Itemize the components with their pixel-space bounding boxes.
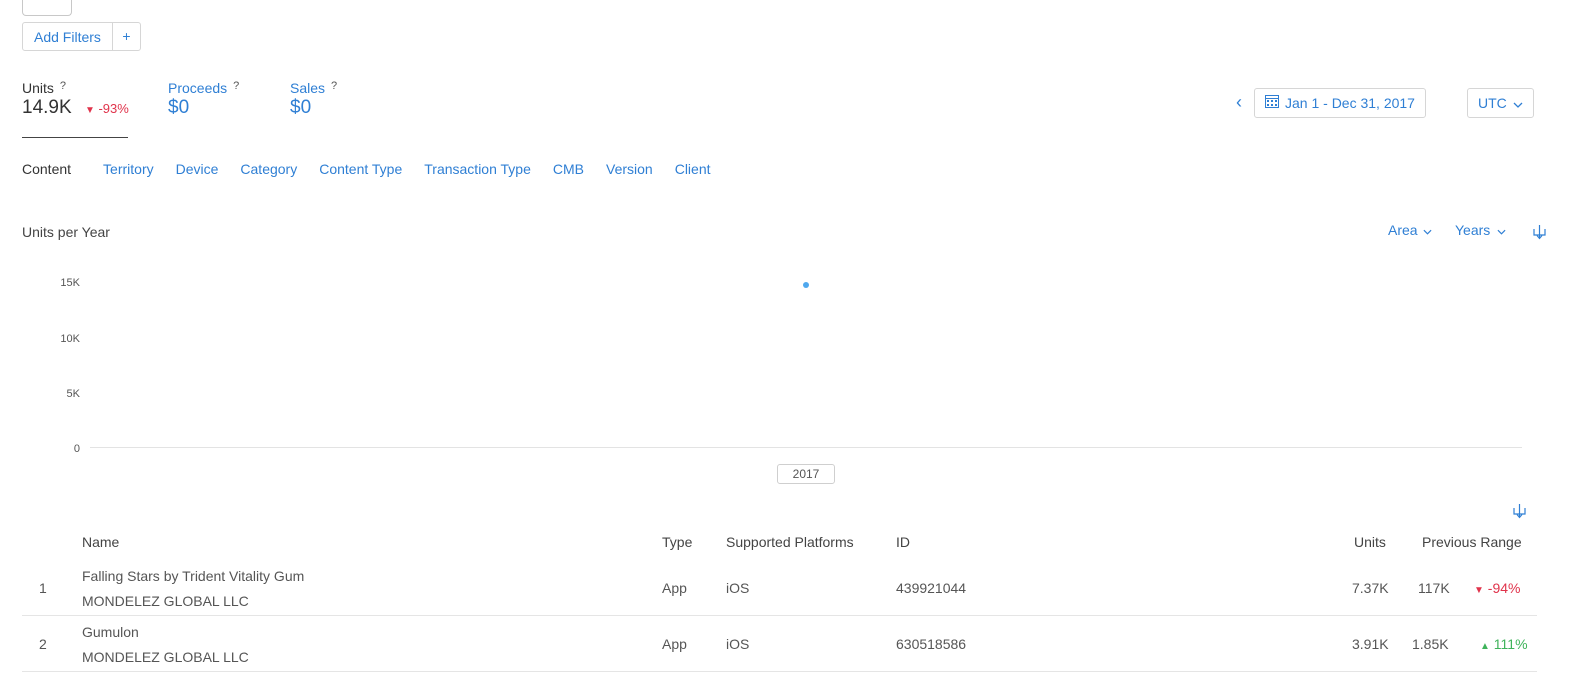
help-icon[interactable]: ? bbox=[331, 80, 337, 92]
column-header-type[interactable]: Type bbox=[662, 534, 692, 550]
dimension-tabs: Content Territory Device Category Conten… bbox=[22, 161, 733, 177]
change-value: 111% bbox=[1493, 636, 1528, 652]
tab-category[interactable]: Category bbox=[240, 161, 297, 177]
metric-units[interactable]: Units? 14.9K ▼ -93% bbox=[22, 80, 129, 119]
data-point-2017[interactable] bbox=[803, 282, 809, 289]
metric-sales-value: $0 bbox=[290, 97, 312, 118]
tab-client[interactable]: Client bbox=[675, 161, 711, 177]
previous-cell: 117K bbox=[1418, 580, 1450, 596]
units-cell: 7.37K bbox=[1352, 580, 1389, 596]
row-rank: 1 bbox=[39, 580, 47, 596]
chevron-down-icon bbox=[1423, 222, 1432, 238]
tab-cmb[interactable]: CMB bbox=[553, 161, 584, 177]
column-header-units[interactable]: Units bbox=[1354, 534, 1386, 550]
x-axis-line bbox=[90, 447, 1522, 448]
help-icon[interactable]: ? bbox=[60, 80, 66, 92]
chart-title: Units per Year bbox=[22, 224, 110, 240]
metric-proceeds-value: $0 bbox=[168, 97, 190, 118]
platforms-cell: iOS bbox=[726, 580, 750, 596]
id-cell: 630518586 bbox=[896, 636, 967, 652]
row-divider bbox=[22, 615, 1537, 616]
column-header-name[interactable]: Name bbox=[82, 534, 119, 550]
tab-transaction-type[interactable]: Transaction Type bbox=[424, 161, 531, 177]
add-filters-group: Add Filters + bbox=[22, 22, 141, 51]
calendar-icon bbox=[1265, 89, 1279, 117]
change-value: -94% bbox=[1487, 580, 1521, 596]
y-tick-label: 15K bbox=[60, 277, 80, 289]
metric-sales-label: Sales bbox=[290, 80, 326, 96]
chart-type-dropdown[interactable]: Area bbox=[1388, 222, 1432, 238]
metric-units-value: 14.9K bbox=[22, 97, 72, 118]
metric-sales[interactable]: Sales? $0 bbox=[290, 80, 337, 119]
metric-proceeds-label: Proceeds bbox=[168, 80, 228, 96]
column-header-id[interactable]: ID bbox=[896, 534, 910, 550]
type-cell: App bbox=[662, 636, 687, 652]
id-cell: 439921044 bbox=[896, 580, 967, 596]
previous-cell: 1.85K bbox=[1412, 636, 1449, 652]
metric-units-delta: ▼ -93% bbox=[85, 101, 129, 116]
previous-range-chevron-icon[interactable]: ‹ bbox=[1236, 92, 1242, 112]
row-rank: 2 bbox=[39, 636, 47, 652]
down-triangle-icon: ▼ bbox=[84, 105, 95, 116]
y-tick-label: 5K bbox=[66, 388, 80, 400]
timezone-dropdown[interactable]: UTC bbox=[1467, 88, 1534, 118]
metric-units-label: Units bbox=[22, 80, 54, 96]
tab-content[interactable]: Content bbox=[22, 161, 71, 177]
change-cell: ▲ 111% bbox=[1480, 636, 1528, 652]
x-tick-label: 2017 bbox=[777, 464, 835, 484]
download-icon[interactable] bbox=[1533, 224, 1546, 240]
developer-name: MONDELEZ GLOBAL LLC bbox=[82, 649, 249, 665]
chart-type-label: Area bbox=[1388, 222, 1418, 238]
y-tick-label: 0 bbox=[73, 443, 80, 455]
tab-content-type[interactable]: Content Type bbox=[319, 161, 402, 177]
app-name-link[interactable]: Falling Stars by Trident Vitality Gum bbox=[82, 568, 304, 584]
units-cell: 3.91K bbox=[1352, 636, 1389, 652]
column-header-platforms[interactable]: Supported Platforms bbox=[726, 534, 854, 550]
add-filter-plus-button[interactable]: + bbox=[113, 23, 140, 50]
dropdown-stub[interactable] bbox=[22, 0, 72, 16]
active-metric-underline bbox=[22, 137, 128, 138]
type-cell: App bbox=[662, 580, 687, 596]
download-icon[interactable] bbox=[1513, 503, 1526, 519]
developer-name: MONDELEZ GLOBAL LLC bbox=[82, 593, 249, 609]
period-label: Years bbox=[1455, 222, 1491, 238]
tab-device[interactable]: Device bbox=[176, 161, 219, 177]
app-name-link[interactable]: Gumulon bbox=[82, 624, 139, 640]
row-divider bbox=[22, 671, 1537, 672]
column-header-previous-range[interactable]: Previous Range bbox=[1422, 534, 1522, 550]
add-filters-button[interactable]: Add Filters bbox=[23, 23, 113, 50]
change-cell: ▼ -94% bbox=[1474, 580, 1520, 596]
period-dropdown[interactable]: Years bbox=[1455, 222, 1506, 238]
date-range-label: Jan 1 - Dec 31, 2017 bbox=[1285, 95, 1415, 111]
platforms-cell: iOS bbox=[726, 636, 750, 652]
timezone-label: UTC bbox=[1478, 95, 1507, 111]
metric-units-delta-value: -93% bbox=[98, 101, 129, 116]
chevron-down-icon bbox=[1497, 222, 1506, 238]
y-tick-label: 10K bbox=[60, 333, 80, 345]
tab-version[interactable]: Version bbox=[606, 161, 653, 177]
metric-proceeds[interactable]: Proceeds? $0 bbox=[168, 80, 239, 119]
help-icon[interactable]: ? bbox=[233, 80, 239, 92]
up-triangle-icon: ▲ bbox=[1480, 641, 1490, 652]
tab-territory[interactable]: Territory bbox=[103, 161, 154, 177]
date-range-button[interactable]: Jan 1 - Dec 31, 2017 bbox=[1254, 88, 1426, 118]
chevron-down-icon bbox=[1513, 89, 1523, 117]
down-triangle-icon: ▼ bbox=[1474, 585, 1484, 596]
